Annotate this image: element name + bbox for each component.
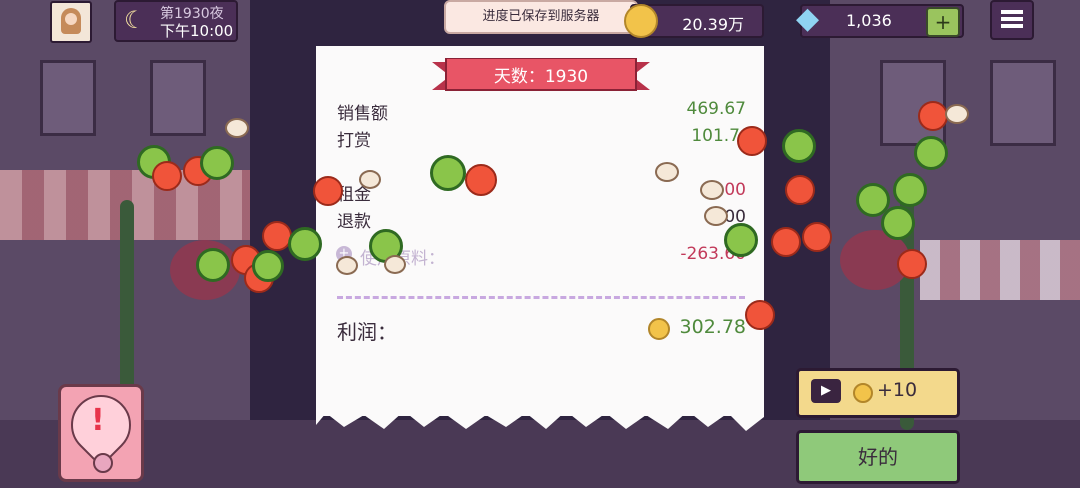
right-window (990, 60, 1056, 146)
pepper-icon (893, 173, 927, 207)
tomato-icon (918, 101, 948, 131)
mushroom-icon (655, 162, 679, 182)
coin-icon (624, 4, 658, 38)
right-awning (920, 240, 1080, 300)
left-window (150, 60, 206, 136)
mushroom-icon (945, 104, 969, 124)
receipt-torn-edge (316, 405, 764, 431)
pepper-icon (914, 136, 948, 170)
diamond-icon: ◆ (796, 1, 820, 36)
coin-icon (648, 318, 670, 340)
profit-label: 利润： (337, 320, 397, 344)
mushroom-icon (384, 255, 406, 274)
tomato-icon (785, 175, 815, 205)
tomato-icon (745, 300, 775, 330)
profit-value: 302.78 (679, 316, 746, 338)
pepper-icon (288, 227, 322, 261)
tomato-icon (737, 126, 767, 156)
ok-button[interactable]: 好的 (796, 430, 960, 484)
hamburger-icon (1001, 10, 1023, 14)
tomato-icon (313, 176, 343, 206)
sales-label: 销售额 (337, 104, 388, 124)
receipt-divider (337, 296, 745, 299)
mushroom-icon (336, 256, 358, 275)
play-icon: ▶ (811, 379, 841, 403)
pepper-icon (724, 223, 758, 257)
pepper-icon (430, 155, 466, 191)
tomato-icon (465, 164, 497, 196)
pepper-icon (252, 250, 284, 282)
time-label: 下午10:00 (160, 22, 234, 40)
night-time-panel: ☾ 第1930夜 下午10:00 (114, 0, 238, 42)
coin-amount: 20.39万 (682, 15, 744, 34)
tomato-icon (802, 222, 832, 252)
coin-icon (853, 383, 873, 403)
gem-amount: 1,036 (846, 11, 892, 30)
left-window (40, 60, 96, 136)
tomato-icon (897, 249, 927, 279)
avatar[interactable] (50, 1, 92, 43)
quest-card-button[interactable]: ! (58, 382, 144, 482)
pepper-icon (200, 146, 234, 180)
pepper-icon (196, 248, 230, 282)
tomato-icon (771, 227, 801, 257)
refund-label: 退款 (337, 212, 371, 232)
pepper-icon (881, 206, 915, 240)
mushroom-icon (704, 206, 728, 226)
ad-reward-amount: +10 (877, 379, 918, 401)
coin-counter: 20.39万 (624, 4, 764, 38)
day-title: 天数：1930 (493, 67, 589, 87)
tips-label: 打赏 (337, 131, 371, 151)
exclamation-icon: ! (91, 403, 105, 438)
rent-value: .00 (718, 180, 746, 200)
pepper-icon (782, 129, 816, 163)
watch-ad-button[interactable]: ▶ +10 (796, 368, 960, 418)
gem-counter: ◆ 1,036 + (796, 2, 964, 38)
tips-value: 101.7 (691, 126, 740, 146)
mushroom-icon (700, 180, 724, 200)
add-gems-button[interactable]: + (926, 7, 960, 37)
mushroom-icon (359, 170, 381, 189)
save-toast: 进度已保存到服务器 (444, 0, 638, 34)
tomato-icon (152, 161, 182, 191)
moon-icon: ☾ (124, 6, 146, 34)
card-dot-icon (93, 453, 113, 473)
mushroom-icon (225, 118, 249, 138)
menu-button[interactable] (990, 0, 1034, 40)
sales-value: 469.67 (686, 99, 746, 119)
